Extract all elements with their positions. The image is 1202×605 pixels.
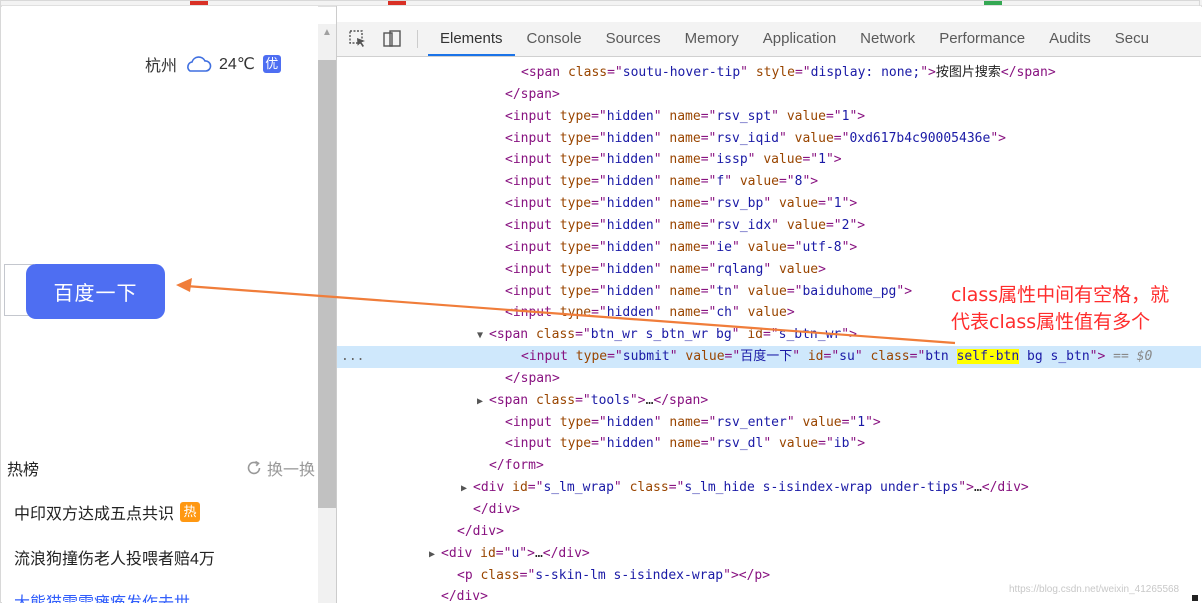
watermark: https://blog.csdn.net/weixin_41265568 [1009,584,1180,595]
air-quality-badge: 优 [262,55,281,73]
dom-node[interactable]: ▶ <div id="s_lm_wrap" class="s_lm_hide s-… [337,477,1201,499]
hotlist-item[interactable]: 大熊猫雷雷瘫痪发作去世 [14,589,190,603]
tab-audits[interactable]: Audits [1037,22,1103,56]
dom-node[interactable]: ▶ <span class="tools">…</span> [337,390,1201,412]
scrollbar-thumb[interactable] [318,60,336,508]
dom-node[interactable]: <input type="hidden" name="f" value="8"> [337,171,1201,193]
hotlist-item-text: 中印双方达成五点共识 [14,506,175,523]
refresh-icon [247,460,261,475]
tab-performance[interactable]: Performance [927,22,1037,56]
tab-elements[interactable]: Elements [428,22,515,56]
hotlist-item[interactable]: 中印双方达成五点共识 热 [14,500,201,524]
devtools-toolbar: Elements Console Sources Memory Applicat… [337,22,1201,57]
dom-node[interactable]: <input type="hidden" name="rsv_spt" valu… [337,106,1201,128]
dom-node[interactable]: </form> [337,455,1201,477]
weather-temp: 24℃ [219,56,255,73]
tab-memory[interactable]: Memory [673,22,751,56]
device-toggle-icon[interactable] [379,27,405,51]
refresh-hotlist-button[interactable]: 换一换 [245,456,315,480]
dom-node[interactable]: <input type="hidden" name="rsv_bp" value… [337,193,1201,215]
search-button[interactable]: 百度一下 [26,264,165,319]
dom-node[interactable]: </span> [337,368,1201,390]
dom-node[interactable]: <input type="hidden" name="issp" value="… [337,149,1201,171]
dom-node[interactable]: <input type="hidden" name="rsv_iqid" val… [337,128,1201,150]
expand-triangle-icon[interactable]: ▶ [429,544,441,566]
dom-node[interactable]: <span class="soutu-hover-tip" style="dis… [337,62,1201,84]
dom-node[interactable]: ▶ <div id="u">…</div> [337,543,1201,565]
dom-node[interactable]: <input type="hidden" name="rsv_idx" valu… [337,215,1201,237]
dom-node-selected[interactable]: <input type="submit" value="百度一下" id="su… [337,346,1201,369]
dom-node[interactable]: <input type="hidden" name="ie" value="ut… [337,237,1201,259]
annotation-line: 代表class属性值有多个 [951,311,1151,333]
devtools-panel: Elements Console Sources Memory Applicat… [336,6,1201,603]
tab-console[interactable]: Console [515,22,594,56]
node-menu-dots[interactable]: ... [341,346,364,368]
scroll-up-arrow-icon[interactable]: ▲ [318,24,336,42]
dom-node[interactable]: </div> [337,521,1201,543]
expand-triangle-icon[interactable]: ▶ [461,478,473,500]
inspect-element-icon[interactable] [345,27,371,51]
hotlist-item-text: 大熊猫雷雷瘫痪发作去世 [14,589,190,603]
hotlist-item-text: 流浪狗撞伤老人投喂者赔4万 [14,551,215,568]
page-viewport: 杭州 24℃ 优 百度一下 热榜 换一换 中印双方达成五点共识 热 流浪狗撞伤老… [2,6,318,603]
hot-badge: 热 [180,502,201,522]
tab-application[interactable]: Application [751,22,848,56]
dom-node[interactable]: </span> [337,84,1201,106]
refresh-label: 换一换 [267,462,316,479]
hotlist-title: 热榜 [7,462,40,479]
expand-triangle-icon[interactable]: ▼ [477,325,489,347]
toolbar-divider [417,30,418,48]
dom-node[interactable]: <input type="hidden" name="rsv_enter" va… [337,412,1201,434]
annotation-note: class属性中间有空格，就 代表class属性值有多个 [951,282,1170,336]
weather-widget[interactable]: 杭州 24℃ 优 [145,52,281,76]
dom-node[interactable]: <input type="hidden" name="rqlang" value… [337,259,1201,281]
hotlist-item[interactable]: 流浪狗撞伤老人投喂者赔4万 [14,545,215,569]
resize-corner[interactable] [1192,595,1198,601]
dom-node[interactable]: <input type="hidden" name="rsv_dl" value… [337,433,1201,455]
expand-triangle-icon[interactable]: ▶ [477,391,489,413]
weather-city: 杭州 [145,58,178,75]
tab-security[interactable]: Secu [1103,22,1161,56]
tab-network[interactable]: Network [848,22,927,56]
dom-node[interactable]: </div> [337,499,1201,521]
annotation-line: class属性中间有空格，就 [951,284,1170,306]
cloud-icon [187,56,212,72]
tab-sources[interactable]: Sources [594,22,673,56]
